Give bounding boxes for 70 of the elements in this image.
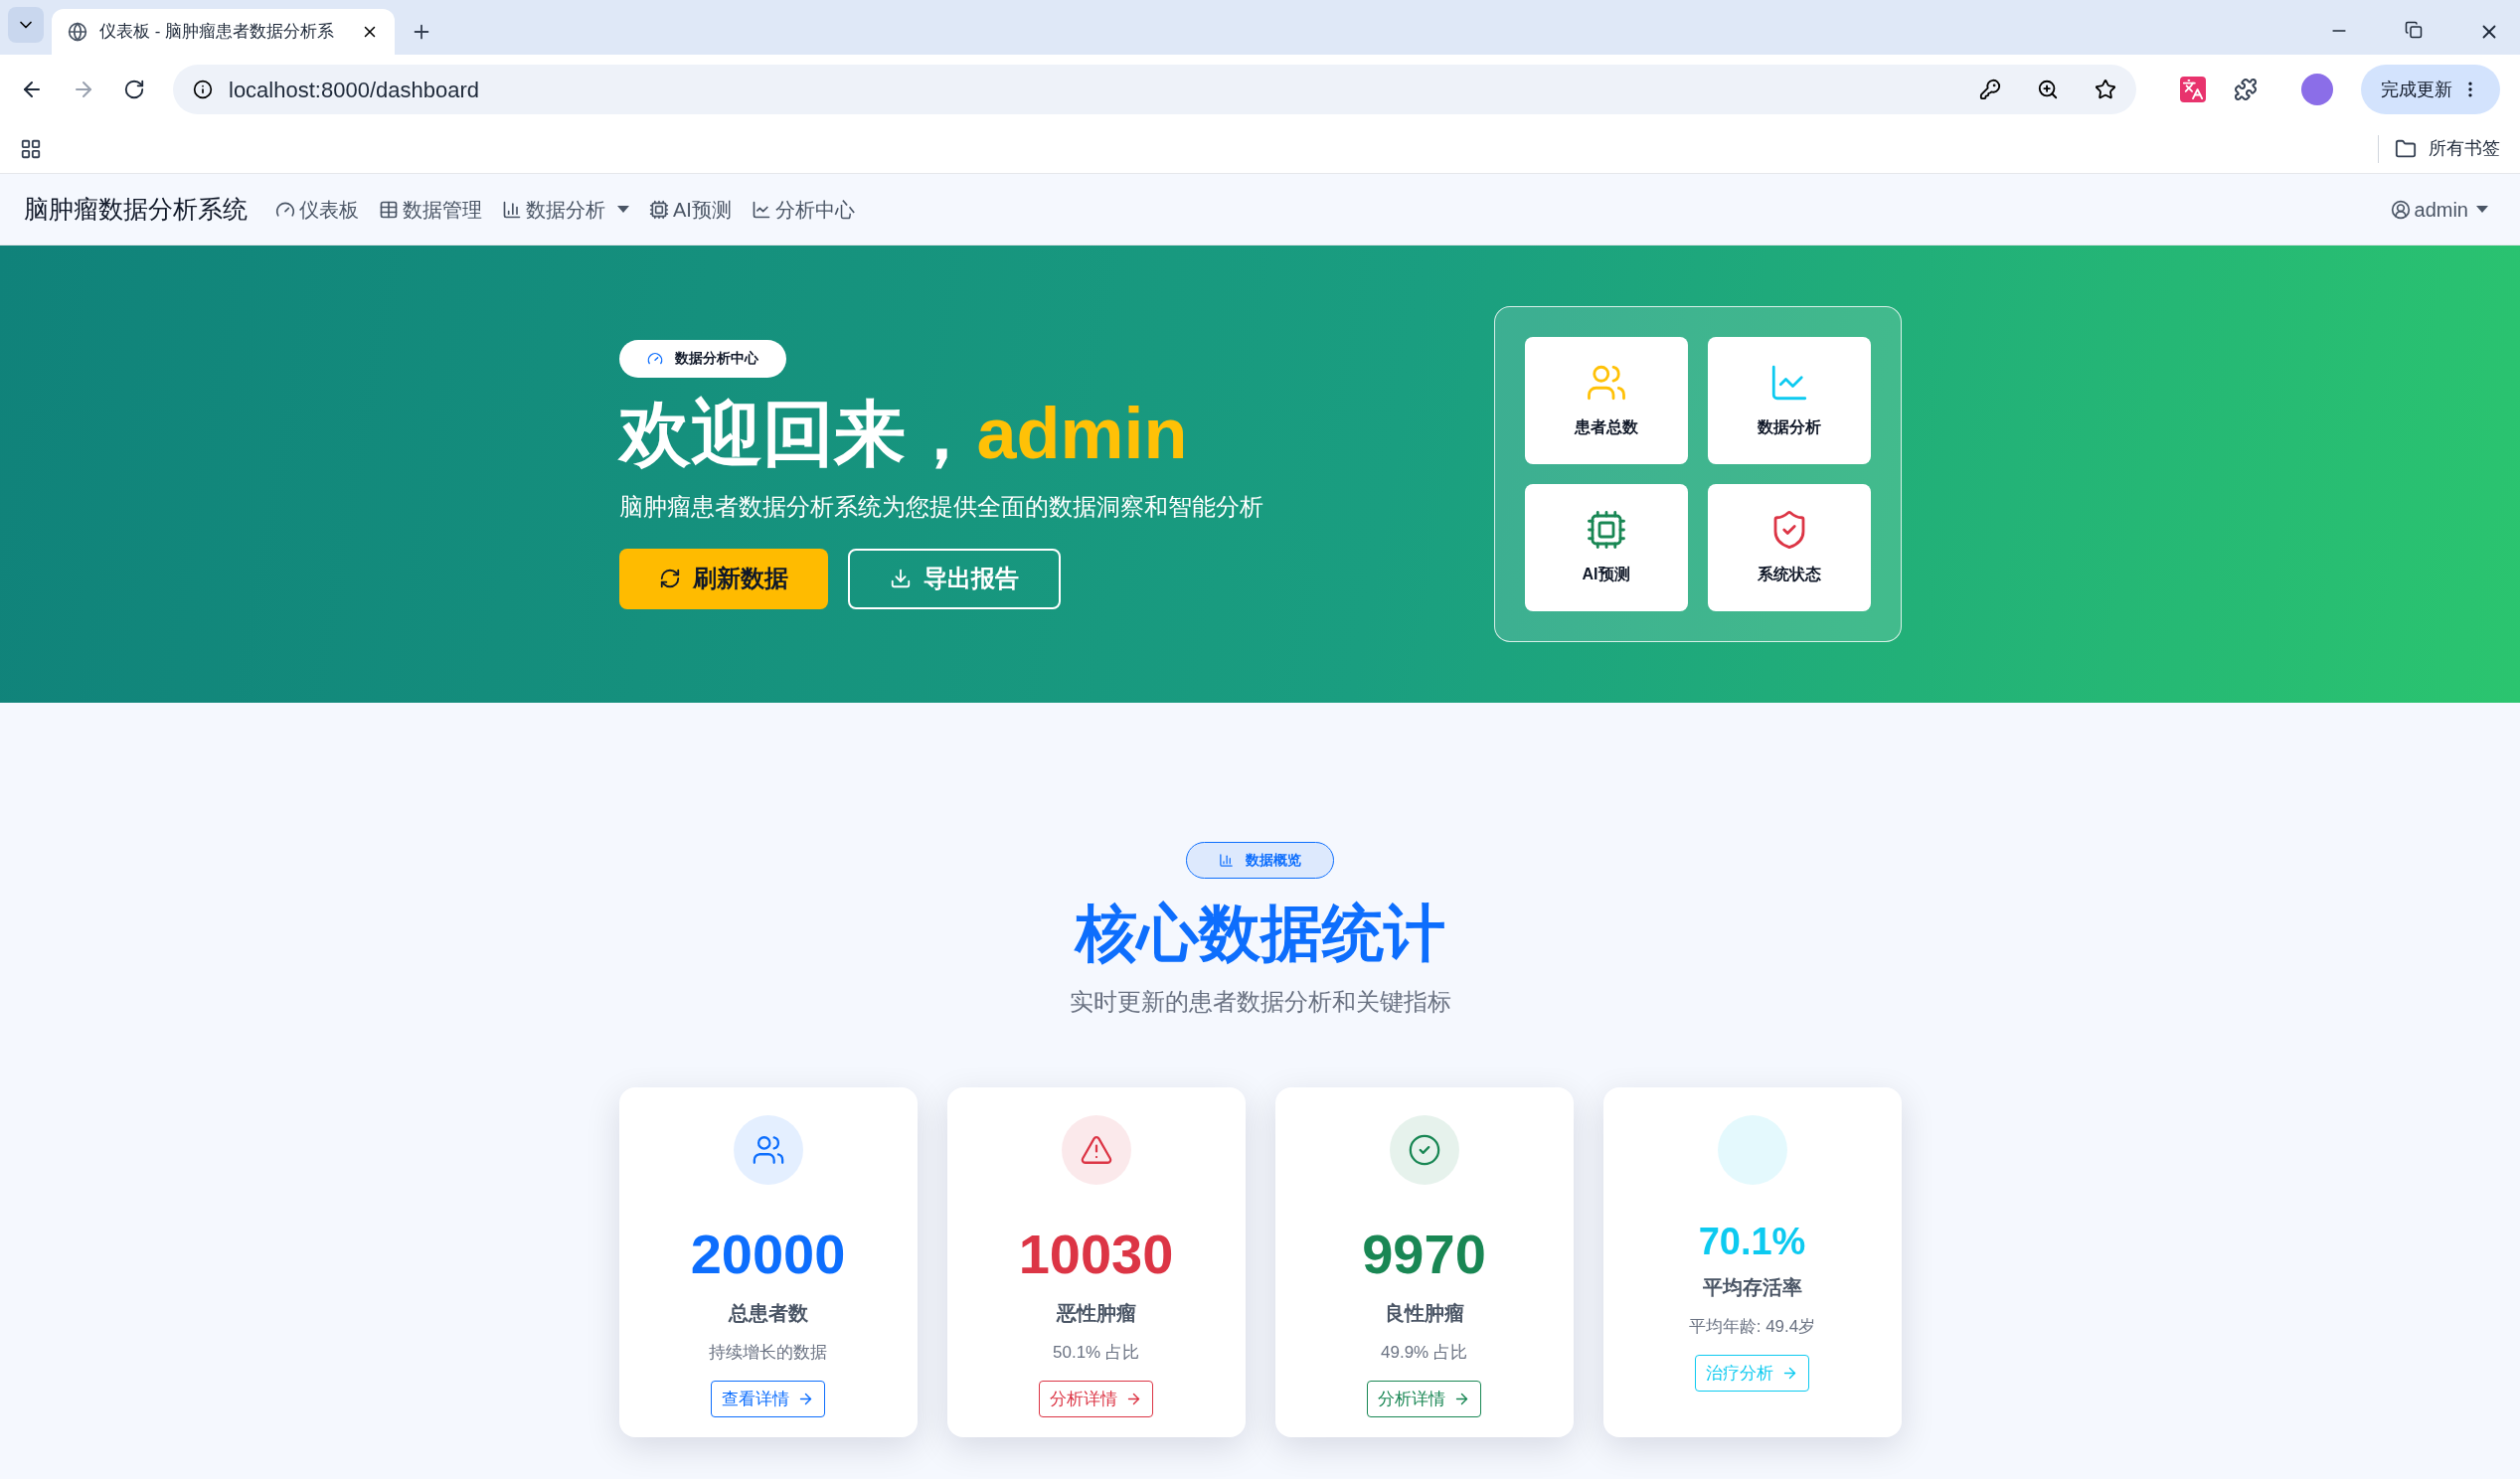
tile-label: 数据分析 — [1757, 417, 1821, 437]
hero-subtitle: 脑肿瘤患者数据分析系统为您提供全面的数据洞察和智能分析 — [618, 491, 1264, 522]
browser-tab[interactable]: 仪表板 - 脑肿瘤患者数据分析系 — [52, 9, 395, 55]
gauge-icon — [646, 350, 663, 367]
section-title: 核心数据统计 — [1075, 898, 1445, 969]
nav-link[interactable]: 仪表板 — [275, 194, 359, 225]
quick-tile[interactable]: AI预测 — [1524, 484, 1688, 611]
stat-value: 70.1% — [1698, 1222, 1806, 1260]
stat-note: 平均年龄: 49.4岁 — [1688, 1315, 1816, 1338]
stat-label: 恶性肿瘤 — [1056, 1300, 1136, 1326]
extensions-icon[interactable] — [2234, 78, 2258, 101]
tile-label: AI预测 — [1582, 565, 1630, 584]
stat-label: 总患者数 — [728, 1300, 808, 1326]
url-text: localhost:8000/dashboard — [229, 76, 480, 104]
bar-chart-icon — [502, 199, 522, 220]
line-chart-icon — [751, 199, 771, 220]
tile-label: 系统状态 — [1757, 565, 1821, 584]
stat-note: 49.9% 占比 — [1381, 1341, 1467, 1364]
detail-link[interactable]: 分析详情 — [1039, 1381, 1153, 1417]
refresh-icon — [658, 568, 681, 589]
apps-icon[interactable] — [20, 137, 42, 160]
info-icon[interactable] — [193, 80, 213, 99]
badge-label: 数据分析中心 — [674, 349, 758, 368]
user-icon — [2390, 199, 2411, 220]
translate-icon[interactable] — [2180, 77, 2206, 102]
profile-avatar[interactable] — [2301, 74, 2333, 105]
brand-title[interactable]: 脑肿瘤数据分析系统 — [24, 190, 248, 229]
reload-icon[interactable] — [123, 79, 145, 100]
quick-tile[interactable]: 系统状态 — [1707, 484, 1871, 611]
export-button[interactable]: 导出报告 — [847, 548, 1061, 609]
refresh-button[interactable]: 刷新数据 — [618, 548, 828, 609]
nav-link[interactable]: 数据管理 — [379, 194, 482, 225]
stat-value: 20000 — [690, 1226, 846, 1282]
key-icon[interactable] — [1979, 79, 2001, 100]
stat-note: 50.1% 占比 — [1053, 1341, 1139, 1364]
bookmarks-label[interactable]: 所有书签 — [2429, 135, 2500, 162]
arrow-right-icon — [1453, 1391, 1470, 1407]
arrow-right-icon — [1781, 1365, 1798, 1382]
arrow-right-icon — [1125, 1391, 1142, 1407]
stat-label: 平均存活率 — [1702, 1274, 1802, 1300]
globe-icon — [68, 22, 87, 42]
detail-link[interactable]: 分析详情 — [1367, 1381, 1481, 1417]
bar-chart-icon — [1219, 853, 1234, 868]
quick-tile[interactable]: 患者总数 — [1524, 337, 1688, 464]
tile-label: 患者总数 — [1574, 417, 1638, 437]
stat-label: 良性肿瘤 — [1384, 1300, 1464, 1326]
chip-icon — [649, 199, 669, 220]
stat-value: 9970 — [1362, 1226, 1486, 1282]
zoom-icon[interactable] — [2037, 79, 2059, 100]
stat-note: 持续增长的数据 — [709, 1341, 827, 1364]
table-icon — [379, 199, 399, 220]
detail-link[interactable]: 查看详情 — [711, 1381, 825, 1417]
star-icon[interactable] — [2095, 79, 2116, 100]
check-circle-icon — [1407, 1132, 1441, 1167]
caret-icon — [2476, 206, 2488, 213]
arrow-right-icon — [797, 1391, 814, 1407]
nav-link[interactable]: AI预测 — [649, 194, 732, 225]
stat-value: 10030 — [1018, 1226, 1174, 1282]
nav-link[interactable]: 数据分析 — [502, 194, 629, 225]
welcome-heading: 欢迎回来，admin — [618, 397, 1189, 469]
update-button[interactable]: 完成更新 — [2361, 65, 2500, 114]
nav-link[interactable]: 分析中心 — [751, 194, 855, 225]
folder-icon — [2395, 137, 2417, 160]
address-bar[interactable]: localhost:8000/dashboard — [173, 65, 2136, 114]
badge-label: 数据概览 — [1246, 851, 1301, 870]
restore-icon[interactable] — [2405, 21, 2423, 39]
quick-tile[interactable]: 数据分析 — [1707, 337, 1871, 464]
user-menu[interactable]: admin — [2390, 194, 2488, 225]
download-icon — [889, 568, 912, 589]
section-subtitle: 实时更新的患者数据分析和关键指标 — [1069, 986, 1451, 1017]
